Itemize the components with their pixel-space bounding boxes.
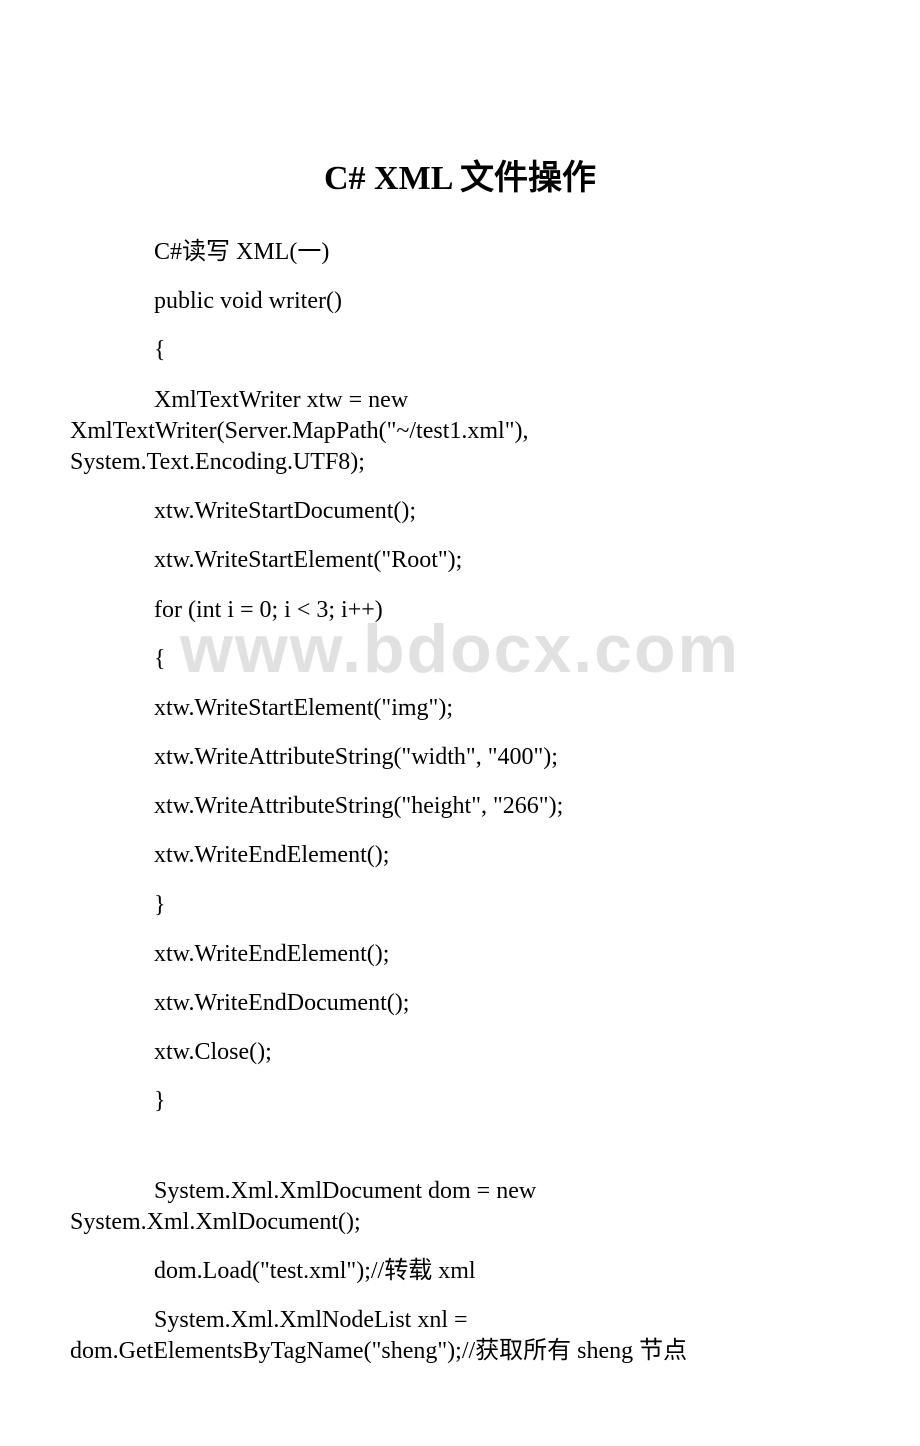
code-line: xtw.WriteAttributeString("height", "266"… xyxy=(70,791,850,822)
code-text: dom.GetElementsByTagName("sheng");//获取所有… xyxy=(70,1336,850,1367)
code-line: xtw.WriteStartDocument(); xyxy=(70,496,850,527)
blank-line xyxy=(70,1136,850,1176)
code-text: System.Xml.XmlNodeList xnl = xyxy=(154,1307,468,1333)
code-line: xtw.WriteStartElement("Root"); xyxy=(70,545,850,576)
code-text: System.Xml.XmlDocument dom = new xyxy=(154,1178,536,1204)
code-line: XmlTextWriter xtw = new XmlTextWriter(Se… xyxy=(70,385,850,479)
code-line: { xyxy=(70,335,850,366)
code-line: xtw.Close(); xyxy=(70,1037,850,1068)
code-line: System.Xml.XmlDocument dom = new System.… xyxy=(70,1176,850,1238)
code-line: xtw.WriteEndElement(); xyxy=(70,939,850,970)
code-line: } xyxy=(70,1086,850,1117)
code-text: System.Xml.XmlDocument(); xyxy=(70,1207,850,1238)
code-line: public void writer() xyxy=(70,286,850,317)
code-line: xtw.WriteEndDocument(); xyxy=(70,988,850,1019)
code-line: System.Xml.XmlNodeList xnl = dom.GetElem… xyxy=(70,1305,850,1367)
document-title: C# XML 文件操作 xyxy=(70,150,850,199)
code-text: XmlTextWriter(Server.MapPath("~/test1.xm… xyxy=(70,416,850,447)
code-line: dom.Load("test.xml");//转载 xml xyxy=(70,1256,850,1287)
code-text: XmlTextWriter xtw = new xyxy=(154,387,408,413)
code-text: System.Text.Encoding.UTF8); xyxy=(70,447,850,478)
code-line: C#读写 XML(一) xyxy=(70,237,850,268)
code-line: xtw.WriteAttributeString("width", "400")… xyxy=(70,742,850,773)
code-line: { xyxy=(70,644,850,675)
code-line: xtw.WriteStartElement("img"); xyxy=(70,693,850,724)
code-line: for (int i = 0; i < 3; i++) xyxy=(70,595,850,626)
code-line: } xyxy=(70,890,850,921)
code-line: xtw.WriteEndElement(); xyxy=(70,840,850,871)
document-body: C# XML 文件操作 C#读写 XML(一) public void writ… xyxy=(70,150,850,1368)
